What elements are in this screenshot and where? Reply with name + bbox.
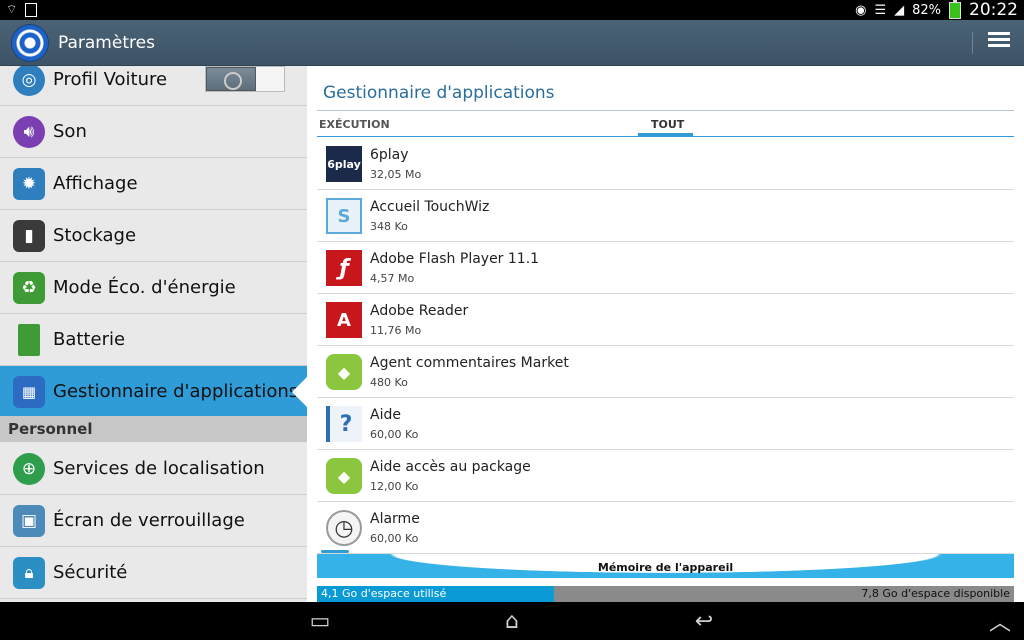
sidebar-item-label: Écran de verrouillage — [53, 510, 245, 531]
profil-voiture-toggle[interactable] — [205, 66, 285, 92]
app-list-item[interactable]: ◆ Agent commentaires Market 480 Ko — [317, 346, 1014, 398]
home-icon[interactable]: ⌂ — [492, 608, 532, 634]
touchwiz-home-icon: S — [326, 198, 362, 234]
app-manager-panel: Gestionnaire d'applications EXÉCUTION TO… — [307, 66, 1024, 602]
android-robot-icon: ◆ — [326, 458, 362, 494]
section-header-personnel: Personnel — [0, 416, 307, 442]
status-bar: ⌔ ◉ ☰ ◢ 82% 20:22 — [0, 0, 1024, 20]
clock: 20:22 — [969, 0, 1018, 20]
app-list-item[interactable]: A Adobe Reader 11,76 Mo — [317, 294, 1014, 346]
padlock-icon: 🔒︎ — [13, 556, 45, 589]
app-list-item[interactable]: ? Aide 60,00 Ko — [317, 398, 1014, 450]
panel-title: Gestionnaire d'applications — [323, 83, 555, 103]
app-name: Agent commentaires Market — [370, 355, 569, 371]
app-grid-icon: ▦ — [13, 375, 45, 408]
cell-signal-icon: ◢ — [894, 2, 905, 18]
app-list-item[interactable]: 6play 6play 32,05 Mo — [317, 138, 1014, 190]
tab-tout[interactable]: TOUT — [651, 118, 684, 131]
app-name: Accueil TouchWiz — [370, 199, 490, 215]
app-size: 348 Ko — [370, 220, 408, 233]
sidebar-item-label: Profil Voiture — [53, 69, 168, 90]
brightness-gear-icon: ✹ — [13, 167, 45, 200]
adobe-reader-icon: A — [326, 302, 362, 338]
lockscreen-image-icon: ▣ — [13, 504, 45, 537]
location-target-icon: ⊕ — [13, 452, 45, 485]
app-name: 6play — [370, 147, 409, 163]
battery-text: 82% — [912, 2, 941, 18]
speaker-icon: 🔊︎ — [13, 115, 45, 148]
app-name: Adobe Reader — [370, 303, 469, 319]
sidebar-item-ecran-verrouillage[interactable]: ▣ Écran de verrouillage — [0, 495, 307, 547]
sidebar-item-label: Son — [53, 121, 87, 142]
up-chevron-icon[interactable]: ︿ — [980, 608, 1020, 636]
6play-icon: 6play — [326, 146, 362, 182]
recycle-battery-icon: ♻ — [13, 271, 45, 304]
alarm-clock-icon: ◷ — [326, 510, 362, 546]
back-icon[interactable]: ↩ — [684, 608, 724, 634]
app-size: 60,00 Ko — [370, 428, 419, 441]
app-name: Aide accès au package — [370, 459, 531, 475]
sidebar-item-mode-eco[interactable]: ♻ Mode Éco. d'énergie — [0, 262, 307, 314]
overflow-menu-icon[interactable] — [988, 32, 1010, 54]
storage-free-bar: 7,8 Go d'espace disponible — [554, 586, 1014, 602]
sidebar-item-label: Affichage — [53, 173, 138, 194]
android-robot-icon: ◆ — [326, 354, 362, 390]
tab-execution[interactable]: EXÉCUTION — [319, 118, 390, 131]
app-name: Aide — [370, 407, 401, 423]
app-size: 480 Ko — [370, 376, 408, 389]
tab-baseline — [317, 136, 1014, 137]
adobe-flash-icon: ƒ — [326, 250, 362, 286]
status-left: ⌔ — [6, 2, 38, 17]
sd-card-icon: ▮ — [13, 219, 45, 252]
page-title: Paramètres — [58, 33, 155, 53]
sidebar-item-label: Sécurité — [53, 562, 128, 583]
settings-gear-icon[interactable] — [12, 25, 48, 61]
eye-icon: ◉ — [855, 2, 867, 18]
wifi-icon: ⌔ — [6, 2, 18, 16]
sim-icon — [25, 2, 38, 17]
app-size: 60,00 Ko — [370, 532, 419, 545]
help-book-icon: ? — [326, 406, 362, 442]
toggle-knob[interactable] — [206, 67, 256, 91]
steering-wheel-icon: ◎ — [13, 66, 45, 96]
sidebar-item-stockage[interactable]: ▮ Stockage — [0, 210, 307, 262]
action-bar-divider — [972, 32, 973, 54]
status-right: ◉ ☰ ◢ 82% 20:22 — [855, 0, 1018, 20]
storage-summary: Mémoire de l'appareil 4,1 Go d'espace ut… — [317, 554, 1014, 602]
sidebar-item-securite[interactable]: 🔒︎ Sécurité — [0, 547, 307, 599]
recent-apps-icon[interactable]: ▭ — [300, 608, 340, 634]
sidebar-item-affichage[interactable]: ✹ Affichage — [0, 158, 307, 210]
app-size: 32,05 Mo — [370, 168, 422, 181]
settings-sidebar: ◎ Profil Voiture 🔊︎ Son ✹ Affichage ▮ St… — [0, 66, 307, 602]
storage-title: Mémoire de l'appareil — [597, 561, 734, 574]
app-size: 11,76 Mo — [370, 324, 422, 337]
battery-icon — [18, 323, 40, 356]
battery-icon — [949, 0, 961, 19]
sidebar-item-label: Batterie — [53, 329, 126, 350]
sidebar-item-son[interactable]: 🔊︎ Son — [0, 106, 307, 158]
action-bar: Paramètres — [0, 20, 1024, 66]
sidebar-item-profil-voiture[interactable]: ◎ Profil Voiture — [0, 66, 307, 106]
navigation-bar: ▭ ⌂ ↩ ︿ — [0, 602, 1024, 640]
sidebar-item-localisation[interactable]: ⊕ Services de localisation — [0, 443, 307, 495]
sidebar-item-label: Stockage — [53, 225, 137, 246]
app-list-item[interactable]: S Accueil TouchWiz 348 Ko — [317, 190, 1014, 242]
app-list-item[interactable]: ◆ Aide accès au package 12,00 Ko — [317, 450, 1014, 502]
scroll-indicator[interactable] — [321, 550, 349, 553]
app-size: 4,57 Mo — [370, 272, 415, 285]
sidebar-item-label: Mode Éco. d'énergie — [53, 277, 236, 298]
app-size: 12,00 Ko — [370, 480, 419, 493]
sidebar-item-label: Services de localisation — [53, 458, 265, 479]
app-list-item[interactable]: ◷ Alarme 60,00 Ko — [317, 502, 1014, 554]
title-divider — [317, 110, 1014, 111]
sidebar-item-batterie[interactable]: Batterie — [0, 314, 307, 366]
wifi-signal-icon: ☰ — [874, 2, 887, 18]
app-list-item[interactable]: ƒ Adobe Flash Player 11.1 4,57 Mo — [317, 242, 1014, 294]
storage-used-bar: 4,1 Go d'espace utilisé — [317, 586, 554, 602]
selection-arrow — [292, 376, 307, 408]
app-name: Adobe Flash Player 11.1 — [370, 251, 540, 267]
sidebar-item-label: Gestionnaire d'applications — [53, 381, 299, 402]
sidebar-item-gestionnaire-applications[interactable]: ▦ Gestionnaire d'applications — [0, 366, 307, 418]
app-name: Alarme — [370, 511, 420, 527]
